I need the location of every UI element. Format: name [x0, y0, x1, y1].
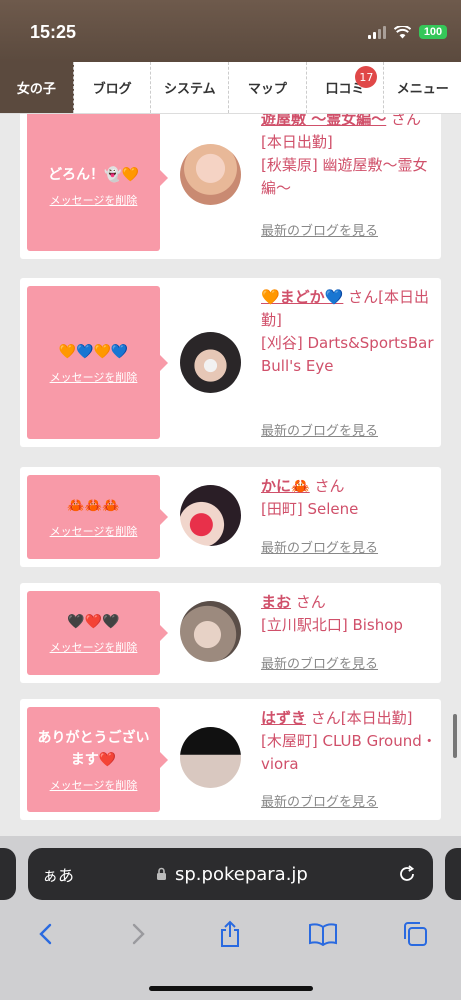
girl-status: さん: [295, 593, 326, 611]
delete-message-link[interactable]: メッセージを削除: [50, 639, 138, 655]
girl-name-link[interactable]: 遊屋敷 〜霊女編〜: [261, 114, 386, 128]
girl-name-link[interactable]: 🧡まどか💙: [261, 288, 343, 306]
share-button[interactable]: [210, 916, 250, 952]
previous-tab-preview[interactable]: [0, 848, 16, 900]
girl-name-link[interactable]: はずき: [261, 709, 306, 727]
girl-status: さん[本日出勤]: [310, 709, 413, 727]
shop-location[interactable]: [秋葉原] 幽遊屋敷〜霊女編〜: [261, 156, 427, 197]
latest-blog-link[interactable]: 最新のブログを見る: [261, 537, 378, 556]
shop-location[interactable]: [木屋町] CLUB Ground・viora: [261, 732, 437, 773]
tabs-icon: [403, 922, 427, 946]
battery-indicator: 100: [419, 25, 447, 39]
tab-menu[interactable]: メニュー: [384, 62, 461, 113]
girl-info: 🧡まどか💙 さん[本日出勤] [刈谷] Darts&SportsBar Bull…: [261, 286, 437, 378]
latest-blog-link[interactable]: 最新のブログを見る: [261, 653, 378, 672]
avatar[interactable]: [180, 601, 241, 662]
girl-name-link[interactable]: まお: [261, 593, 291, 611]
delete-message-link[interactable]: メッセージを削除: [50, 369, 138, 385]
status-time: 15:25: [30, 22, 77, 42]
list-item: ありがとうございます❤️ メッセージを削除 はずき さん[本日出勤] [木屋町]…: [20, 699, 441, 820]
message-bubble: 🖤❤️🖤 メッセージを削除: [27, 591, 168, 675]
tab-system[interactable]: システム: [151, 62, 230, 113]
back-icon: [39, 923, 52, 945]
url-display[interactable]: sp.pokepara.jp: [156, 864, 308, 885]
message-text: どろん！👻🧡: [48, 166, 139, 183]
girl-info: はずき さん[本日出勤] [木屋町] CLUB Ground・viora: [261, 707, 437, 776]
back-button[interactable]: [26, 916, 66, 952]
home-indicator: [149, 986, 313, 991]
tab-map[interactable]: マップ: [229, 62, 307, 113]
avatar[interactable]: [180, 485, 241, 546]
address-bar[interactable]: ぁあ sp.pokepara.jp: [28, 848, 433, 900]
browser-chrome: ぁあ sp.pokepara.jp: [0, 836, 461, 1000]
browser-toolbar: [0, 914, 461, 954]
message-text: ありがとうございます❤️: [37, 729, 150, 768]
girl-status: さん: [314, 477, 345, 495]
latest-blog-link[interactable]: 最新のブログを見る: [261, 420, 378, 439]
status-bar: 15:25 100: [0, 0, 461, 62]
message-bubble: ありがとうございます❤️ メッセージを削除: [27, 707, 168, 812]
message-bubble: 🦀🦀🦀 メッセージを削除: [27, 475, 168, 559]
delete-message-link[interactable]: メッセージを削除: [50, 523, 138, 539]
status-icons: 100: [368, 25, 447, 39]
shop-location[interactable]: [田町] Selene: [261, 500, 358, 518]
wifi-icon: [394, 25, 411, 38]
reload-icon[interactable]: [397, 864, 417, 884]
list-item: 🧡💙🧡💙 メッセージを削除 🧡まどか💙 さん[本日出勤] [刈谷] Darts&…: [20, 278, 441, 447]
delete-message-link[interactable]: メッセージを削除: [50, 192, 138, 208]
message-text: 🖤❤️🖤: [67, 614, 120, 630]
message-list: どろん！👻🧡 メッセージを削除 遊屋敷 〜霊女編〜 さん[本日出勤] [秋葉原]…: [0, 114, 461, 836]
shop-location[interactable]: [立川駅北口] Bishop: [261, 616, 403, 634]
list-item: 🦀🦀🦀 メッセージを削除 かに🦀 さん [田町] Selene 最新のブログを見…: [20, 467, 441, 567]
message-bubble: 🧡💙🧡💙 メッセージを削除: [27, 286, 168, 439]
tab-reviews[interactable]: 口コミ 17: [307, 62, 385, 113]
avatar[interactable]: [180, 332, 241, 393]
delete-message-link[interactable]: メッセージを削除: [50, 777, 138, 793]
top-nav: 女の子 ブログ システム マップ 口コミ 17 メニュー: [0, 62, 461, 114]
lock-icon: [157, 867, 166, 880]
shop-location[interactable]: [刈谷] Darts&SportsBar Bull's Eye: [261, 334, 434, 375]
girl-info: 遊屋敷 〜霊女編〜 さん[本日出勤] [秋葉原] 幽遊屋敷〜霊女編〜: [261, 114, 437, 200]
girl-info: かに🦀 さん [田町] Selene: [261, 475, 437, 521]
book-icon: [308, 923, 337, 946]
page-settings-button[interactable]: ぁあ: [42, 862, 74, 886]
tab-girls[interactable]: 女の子: [0, 62, 74, 113]
girl-info: まお さん [立川駅北口] Bishop: [261, 591, 437, 637]
scrollbar[interactable]: [453, 714, 457, 758]
forward-button[interactable]: [118, 916, 158, 952]
tabs-button[interactable]: [395, 916, 435, 952]
list-item: 🖤❤️🖤 メッセージを削除 まお さん [立川駅北口] Bishop 最新のブロ…: [20, 583, 441, 683]
tab-blog[interactable]: ブログ: [74, 62, 152, 113]
share-icon: [221, 920, 240, 947]
avatar[interactable]: [180, 144, 241, 205]
message-text: 🦀🦀🦀: [67, 498, 120, 514]
reviews-count-badge: 17: [355, 66, 378, 88]
list-item: どろん！👻🧡 メッセージを削除 遊屋敷 〜霊女編〜 さん[本日出勤] [秋葉原]…: [20, 114, 441, 259]
url-text: sp.pokepara.jp: [175, 863, 308, 885]
latest-blog-link[interactable]: 最新のブログを見る: [261, 220, 378, 239]
avatar[interactable]: [180, 727, 241, 788]
girl-name-link[interactable]: かに🦀: [261, 477, 310, 495]
latest-blog-link[interactable]: 最新のブログを見る: [261, 791, 378, 810]
next-tab-preview[interactable]: [445, 848, 461, 900]
message-text: 🧡💙🧡💙: [58, 343, 129, 360]
message-bubble: どろん！👻🧡 メッセージを削除: [27, 114, 168, 251]
forward-icon: [133, 923, 145, 945]
bookmarks-button[interactable]: [303, 916, 343, 952]
signal-icon: [368, 25, 386, 39]
